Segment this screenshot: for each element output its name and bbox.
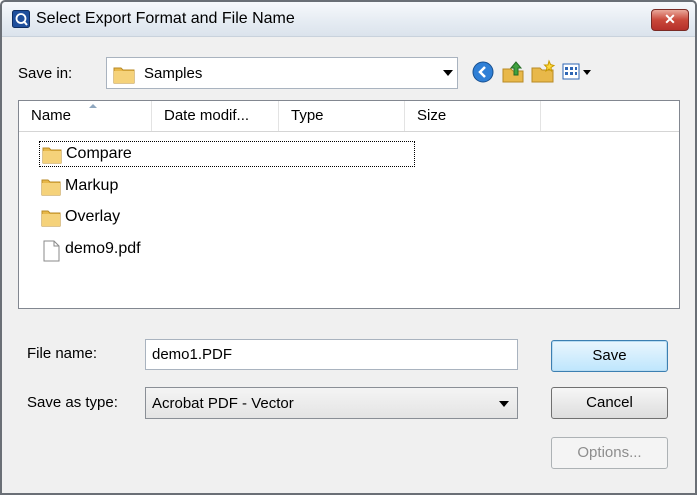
close-button[interactable]: ✕ (651, 9, 689, 31)
list-item-label: Overlay (65, 208, 121, 225)
save-as-type-dropdown[interactable]: Acrobat PDF - Vector (145, 387, 518, 419)
save-in-label: Save in: (18, 65, 73, 82)
folder-icon (41, 210, 61, 227)
file-name-label: File name: (27, 345, 98, 362)
column-date-modified[interactable]: Date modif... (152, 101, 279, 131)
options-button[interactable]: Options... (551, 437, 668, 469)
list-item-label: Markup (65, 177, 119, 194)
file-name-value: demo1.PDF (152, 346, 233, 363)
list-item[interactable]: Compare (39, 141, 415, 167)
save-button[interactable]: Save (551, 340, 668, 372)
app-icon (12, 10, 30, 28)
column-name-label: Name (31, 107, 72, 124)
column-name[interactable]: Name (19, 101, 152, 131)
save-in-dropdown[interactable]: Samples (106, 57, 458, 89)
save-as-type-label: Save as type: (27, 394, 118, 411)
folder-icon (41, 179, 61, 196)
title-bar[interactable]: Select Export Format and File Name ✕ (2, 2, 695, 37)
chevron-down-icon (499, 401, 509, 407)
column-header-row: Name Date modif... Type Size (19, 101, 679, 132)
list-item-label: Compare (66, 145, 132, 162)
file-name-input[interactable]: demo1.PDF (145, 339, 518, 370)
file-icon (43, 240, 60, 262)
column-date-label: Date modif... (164, 107, 250, 124)
column-size[interactable]: Size (405, 101, 541, 131)
save-in-value: Samples (144, 65, 203, 82)
new-folder-icon[interactable] (530, 59, 556, 85)
folder-icon (42, 147, 62, 164)
views-menu-icon[interactable] (561, 59, 593, 85)
column-type-label: Type (291, 107, 324, 124)
sort-ascending-icon (89, 104, 97, 108)
close-icon: ✕ (664, 11, 676, 27)
dialog-title: Select Export Format and File Name (36, 10, 295, 27)
chevron-down-icon (443, 70, 453, 76)
file-list[interactable]: Name Date modif... Type Size Compare Mar… (18, 100, 680, 309)
cancel-button[interactable]: Cancel (551, 387, 668, 419)
folder-icon (113, 67, 135, 84)
up-folder-icon[interactable] (500, 59, 526, 85)
column-size-label: Size (417, 107, 447, 124)
export-dialog: Select Export Format and File Name ✕ Sav… (0, 0, 697, 495)
back-icon[interactable] (470, 59, 496, 85)
list-item-label: demo9.pdf (65, 240, 141, 257)
save-as-type-value: Acrobat PDF - Vector (152, 395, 294, 412)
column-type[interactable]: Type (279, 101, 405, 131)
